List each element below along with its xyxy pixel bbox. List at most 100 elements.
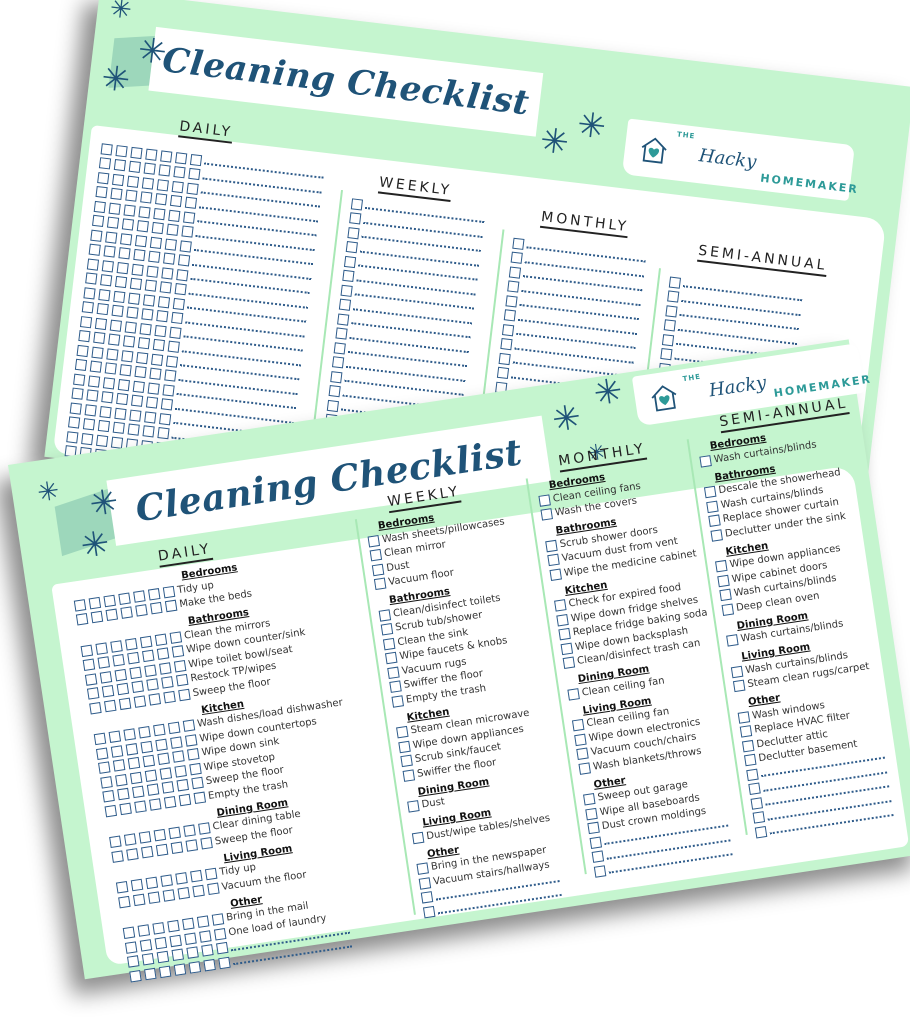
checkbox[interactable]: [335, 327, 348, 340]
checkbox[interactable]: [369, 549, 383, 562]
checkbox[interactable]: [137, 924, 151, 938]
checkbox[interactable]: [86, 389, 99, 402]
checkbox[interactable]: [187, 748, 200, 761]
checkbox[interactable]: [347, 226, 360, 240]
checkbox[interactable]: [95, 186, 108, 199]
checkbox[interactable]: [350, 198, 364, 211]
checkbox[interactable]: [342, 270, 355, 283]
checkbox[interactable]: [173, 659, 187, 673]
checkbox[interactable]: [400, 754, 413, 768]
checkbox[interactable]: [703, 485, 717, 499]
checkbox[interactable]: [116, 393, 129, 406]
checkbox[interactable]: [91, 346, 104, 359]
checkbox[interactable]: [164, 238, 177, 251]
checkbox[interactable]: [146, 678, 159, 692]
checkbox[interactable]: [343, 255, 357, 268]
checkbox[interactable]: [69, 402, 82, 415]
checkbox[interactable]: [125, 742, 139, 756]
checkbox[interactable]: [157, 752, 170, 766]
checkbox[interactable]: [182, 917, 195, 931]
checkbox[interactable]: [175, 872, 188, 885]
checkbox[interactable]: [416, 862, 430, 876]
checkbox[interactable]: [345, 241, 358, 254]
checkbox[interactable]: [153, 829, 167, 842]
checkbox[interactable]: [184, 196, 198, 210]
checkbox[interactable]: [119, 802, 132, 815]
checkbox[interactable]: [133, 695, 147, 708]
checkbox[interactable]: [129, 969, 142, 983]
checkbox[interactable]: [84, 673, 98, 686]
checkbox[interactable]: [159, 281, 172, 294]
checkbox[interactable]: [746, 768, 759, 781]
checkbox[interactable]: [153, 207, 166, 220]
checkbox[interactable]: [132, 380, 145, 393]
checkbox[interactable]: [132, 785, 145, 799]
checkbox[interactable]: [153, 724, 166, 737]
checkbox[interactable]: [129, 771, 143, 784]
checkbox[interactable]: [667, 290, 680, 303]
checkbox[interactable]: [169, 631, 183, 644]
checkbox[interactable]: [157, 427, 170, 440]
checkbox[interactable]: [420, 891, 434, 904]
checkbox[interactable]: [186, 182, 199, 195]
checkbox[interactable]: [105, 231, 118, 244]
checkbox[interactable]: [106, 348, 119, 361]
checkbox[interactable]: [112, 654, 125, 667]
checkbox[interactable]: [130, 394, 144, 408]
checkbox[interactable]: [164, 599, 178, 613]
checkbox[interactable]: [154, 633, 168, 646]
checkbox[interactable]: [97, 656, 111, 670]
checkbox[interactable]: [146, 265, 159, 278]
checkbox[interactable]: [660, 348, 673, 361]
checkbox[interactable]: [699, 454, 712, 468]
checkbox[interactable]: [167, 721, 181, 735]
checkbox[interactable]: [207, 882, 220, 895]
checkbox[interactable]: [161, 267, 174, 280]
checkbox[interactable]: [137, 337, 151, 350]
checkbox[interactable]: [75, 613, 89, 626]
checkbox[interactable]: [385, 651, 398, 665]
checkbox[interactable]: [127, 955, 140, 968]
checkbox[interactable]: [88, 375, 101, 388]
checkbox[interactable]: [737, 711, 751, 724]
checkbox[interactable]: [549, 568, 562, 581]
checkbox[interactable]: [128, 292, 141, 305]
checkbox[interactable]: [71, 387, 84, 401]
checkbox[interactable]: [576, 747, 589, 761]
checkbox[interactable]: [147, 382, 160, 395]
checkbox[interactable]: [556, 613, 569, 627]
checkbox[interactable]: [177, 254, 191, 267]
checkbox[interactable]: [127, 423, 140, 436]
checkbox[interactable]: [171, 645, 185, 658]
checkbox[interactable]: [108, 730, 122, 744]
checkbox[interactable]: [178, 793, 192, 807]
checkbox[interactable]: [170, 736, 183, 749]
checkbox[interactable]: [142, 754, 156, 768]
checkbox[interactable]: [139, 635, 153, 649]
checkbox[interactable]: [218, 956, 231, 969]
checkbox[interactable]: [668, 276, 682, 289]
checkbox[interactable]: [102, 790, 115, 803]
checkbox[interactable]: [411, 831, 425, 844]
checkbox[interactable]: [560, 642, 574, 655]
checkbox[interactable]: [538, 494, 551, 507]
checkbox[interactable]: [328, 385, 341, 398]
checkbox[interactable]: [109, 319, 123, 332]
checkbox[interactable]: [398, 740, 411, 753]
checkbox[interactable]: [337, 313, 350, 326]
checkbox[interactable]: [183, 211, 196, 224]
checkbox[interactable]: [145, 876, 159, 890]
checkbox[interactable]: [744, 754, 757, 767]
checkbox[interactable]: [172, 297, 186, 310]
checkbox[interactable]: [100, 274, 113, 287]
checkbox[interactable]: [574, 733, 587, 746]
checkbox[interactable]: [73, 373, 86, 386]
checkbox[interactable]: [211, 913, 225, 926]
checkbox[interactable]: [114, 407, 127, 420]
checkbox[interactable]: [110, 639, 123, 653]
checkbox[interactable]: [93, 332, 106, 345]
checkbox[interactable]: [562, 656, 576, 670]
checkbox[interactable]: [181, 225, 194, 238]
checkbox[interactable]: [169, 934, 182, 947]
checkbox[interactable]: [173, 166, 186, 179]
